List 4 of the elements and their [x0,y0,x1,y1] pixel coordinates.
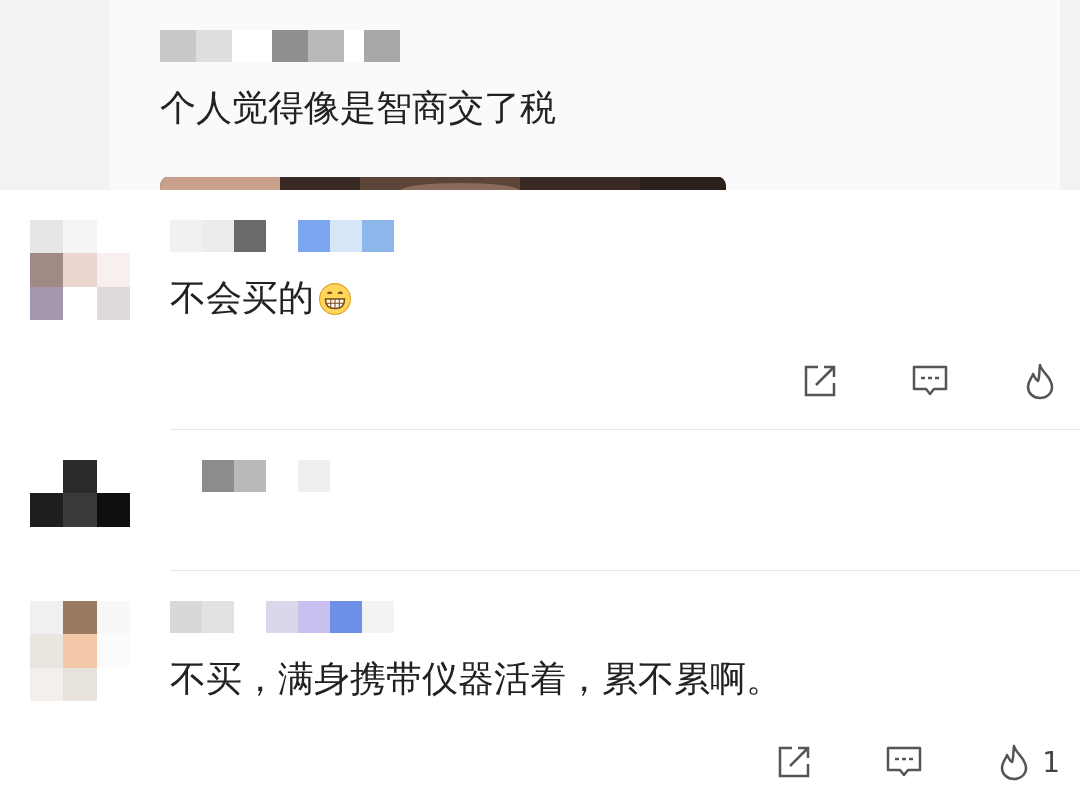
comment-text: 不会买的 [170,276,314,320]
quoted-comment-text: 个人觉得像是智商交了税 [160,86,557,130]
like-count: 1 [1042,745,1060,779]
comment-text: 不买，满身携带仪器活着，累不累啊。 [170,657,782,701]
